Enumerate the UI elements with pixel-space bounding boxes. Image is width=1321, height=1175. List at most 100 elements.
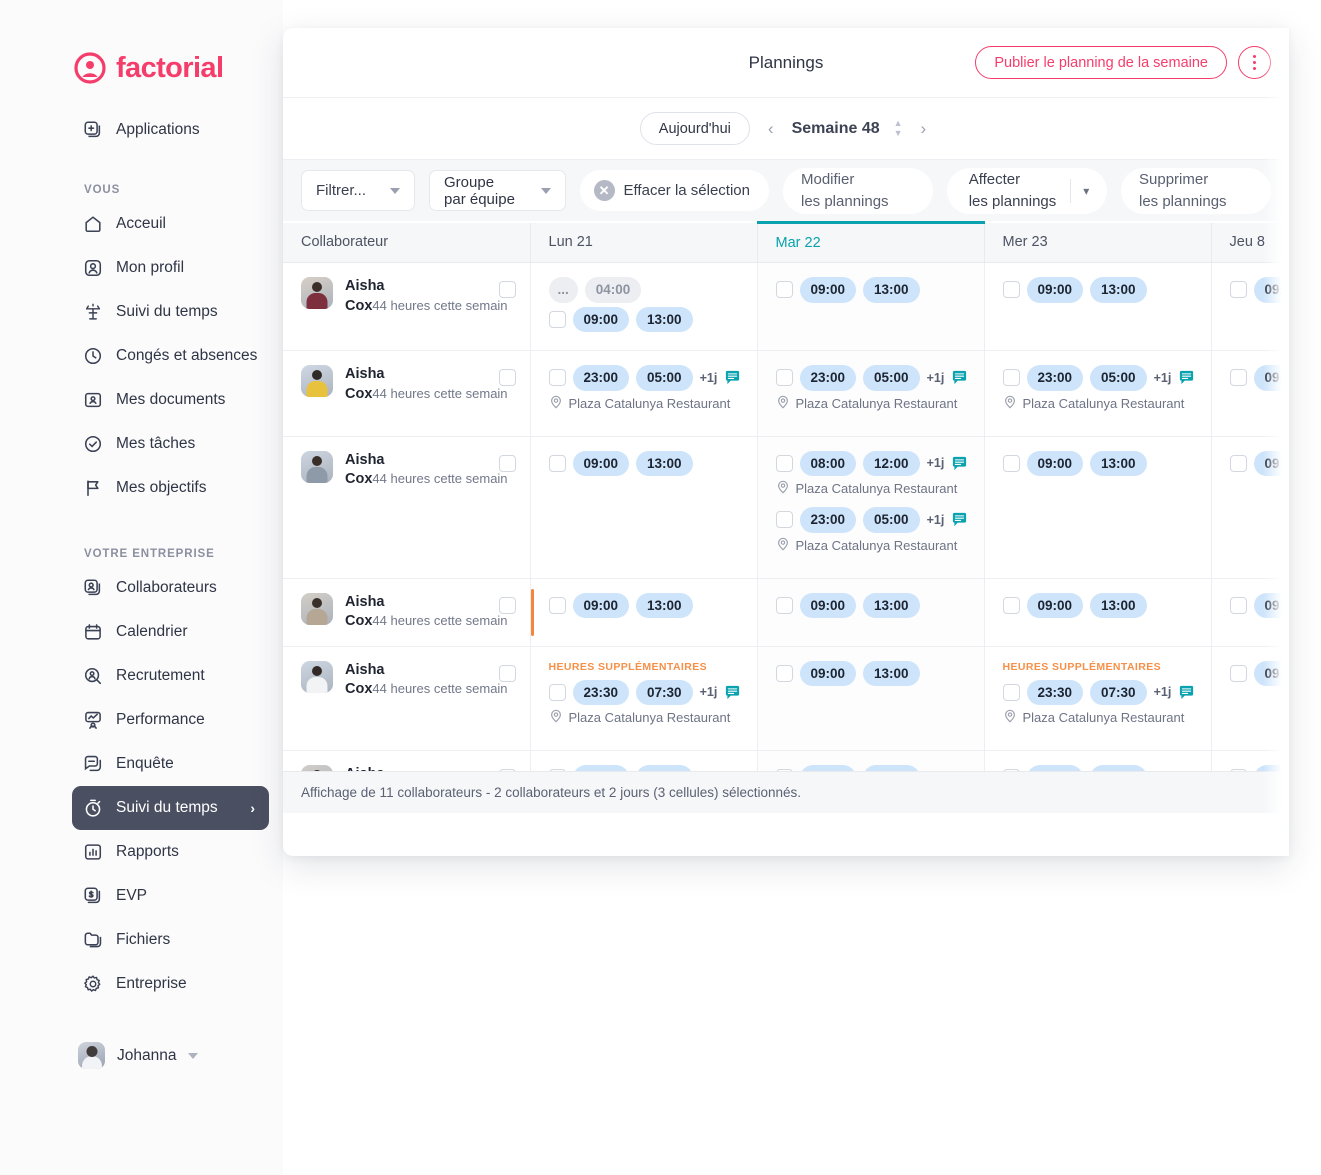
- previous-week-icon[interactable]: ‹: [762, 119, 780, 139]
- column-header-mer-23[interactable]: Mer 23: [984, 222, 1212, 263]
- delete-schedules-button[interactable]: Supprimer les plannings: [1121, 167, 1271, 214]
- shift-entry[interactable]: 09:0013:00: [548, 592, 757, 619]
- sidebar-item-entreprise[interactable]: Entreprise: [72, 962, 269, 1006]
- sidebar-item-recrutement[interactable]: Recrutement: [72, 654, 269, 698]
- shift-checkbox[interactable]: [1229, 454, 1247, 472]
- shift-entry[interactable]: 23:00 05:00 +1j: [548, 365, 757, 391]
- shift-end-time[interactable]: 07:30: [636, 679, 693, 706]
- shift-entry[interactable]: 09:0013:00: [548, 450, 757, 477]
- shift-checkbox[interactable]: [775, 664, 793, 682]
- shift-end-time[interactable]: 13:00: [636, 450, 693, 477]
- shift-entry[interactable]: ... 04:00: [548, 277, 757, 303]
- sidebar-item-rapports[interactable]: Rapports: [72, 830, 269, 874]
- comment-icon[interactable]: [1178, 684, 1195, 701]
- comment-icon[interactable]: [724, 684, 741, 701]
- shift-entry[interactable]: 09:0013:00: [1229, 277, 1289, 303]
- shift-checkbox[interactable]: [1002, 596, 1020, 614]
- employee-row-checkbox[interactable]: [498, 281, 516, 298]
- schedule-cell-jeu[interactable]: 09:0013:00: [1211, 350, 1289, 437]
- shift-checkbox[interactable]: [775, 369, 793, 387]
- shift-end-time[interactable]: 13:00: [863, 592, 920, 619]
- shift-end-time[interactable]: 13:00: [863, 660, 920, 687]
- clear-selection-button[interactable]: ✕ Effacer la sélection: [579, 170, 769, 211]
- shift-start-time[interactable]: 09:00: [572, 450, 630, 477]
- schedule-cell-lun[interactable]: 09:0013:00: [530, 578, 758, 647]
- shift-end-time[interactable]: 13:00: [1090, 592, 1147, 619]
- sidebar-item-enquete[interactable]: Enquête: [72, 742, 269, 786]
- sidebar-item-mon-profil[interactable]: Mon profil: [72, 246, 269, 290]
- shift-end-time[interactable]: 13:00: [863, 277, 920, 303]
- shift-end-time[interactable]: 05:00: [863, 365, 920, 391]
- shift-end-time[interactable]: 12:00: [863, 450, 920, 477]
- shift-checkbox[interactable]: [1229, 664, 1247, 682]
- shift-entry[interactable]: 09:0013:00: [1229, 592, 1289, 619]
- employee-row-checkbox[interactable]: [498, 454, 516, 472]
- schedule-cell-mar[interactable]: 23:00 05:00 +1j Plaza Catalunya Restaurant: [757, 350, 985, 437]
- shift-entry[interactable]: 09:0013:00: [1229, 365, 1289, 391]
- shift-entry[interactable]: 09:0013:00: [775, 660, 984, 687]
- shift-end-time[interactable]: 05:00: [1090, 365, 1147, 391]
- shift-start-time[interactable]: 09:00: [1026, 277, 1084, 303]
- sidebar-item-mes-documents[interactable]: Mes documents: [72, 378, 269, 422]
- shift-start-time[interactable]: 23:00: [572, 365, 630, 391]
- sidebar-item-fichiers[interactable]: Fichiers: [72, 918, 269, 962]
- shift-start-time[interactable]: 09:00: [1026, 450, 1084, 477]
- shift-entry[interactable]: 09:0013:00: [1002, 592, 1211, 619]
- comment-icon[interactable]: [1178, 369, 1195, 386]
- shift-checkbox[interactable]: [548, 310, 566, 328]
- schedule-cell-jeu[interactable]: 09:0013:00: [1211, 646, 1289, 752]
- shift-checkbox[interactable]: [1229, 281, 1247, 299]
- chevron-down-icon[interactable]: ▾: [1083, 185, 1103, 197]
- today-button[interactable]: Aujourd'hui: [639, 112, 750, 145]
- sidebar-item-applications[interactable]: Applications: [72, 108, 269, 152]
- more-options-icon[interactable]: [1238, 46, 1271, 79]
- shift-start-time[interactable]: 23:30: [572, 679, 630, 706]
- group-by-dropdown[interactable]: Groupe par équipe: [429, 170, 566, 211]
- shift-start-time[interactable]: 09:00: [799, 277, 857, 303]
- shift-start-time[interactable]: 09:00: [1253, 277, 1289, 303]
- comment-icon[interactable]: [951, 511, 968, 528]
- shift-checkbox[interactable]: [548, 683, 566, 701]
- shift-start-time[interactable]: 09:00: [572, 306, 630, 333]
- shift-start-time[interactable]: 23:00: [1026, 365, 1084, 391]
- shift-entry[interactable]: 09:0013:00: [1229, 450, 1289, 477]
- shift-end-time[interactable]: 05:00: [636, 365, 693, 391]
- shift-end-time[interactable]: 13:00: [636, 306, 693, 333]
- schedule-cell-jeu[interactable]: 09:0013:00: [1211, 262, 1289, 352]
- shift-checkbox[interactable]: [1229, 596, 1247, 614]
- comment-icon[interactable]: [951, 455, 968, 472]
- week-stepper[interactable]: ▲ ▼: [894, 119, 903, 138]
- schedule-cell-mar[interactable]: 09:0013:00: [757, 646, 985, 752]
- schedule-cell-lun[interactable]: ... 04:00 09:00 13:00: [530, 262, 758, 352]
- sidebar-item-suivi-du-temps-perso[interactable]: Suivi du temps: [72, 290, 269, 334]
- shift-entry[interactable]: 23:00 05:00 +1j: [775, 365, 984, 391]
- shift-start-time[interactable]: 09:00: [799, 660, 857, 687]
- sidebar-item-collaborateurs[interactable]: Collaborateurs: [72, 566, 269, 610]
- schedule-cell-mer[interactable]: 09:0013:00: [984, 578, 1212, 647]
- next-week-icon[interactable]: ›: [915, 119, 933, 139]
- shift-start-time[interactable]: 09:00: [799, 592, 857, 619]
- shift-end-time[interactable]: 07:30: [1090, 679, 1147, 706]
- shift-checkbox[interactable]: [548, 596, 566, 614]
- shift-entry[interactable]: 09:0013:00: [775, 592, 984, 619]
- schedule-cell-lun[interactable]: 09:0013:00: [530, 436, 758, 579]
- shift-start-time[interactable]: 09:00: [1253, 450, 1289, 477]
- shift-checkbox[interactable]: [1002, 369, 1020, 387]
- sidebar-item-evp[interactable]: EVP: [72, 874, 269, 918]
- shift-checkbox[interactable]: [775, 596, 793, 614]
- shift-end-time[interactable]: 13:00: [1090, 450, 1147, 477]
- comment-icon[interactable]: [724, 369, 741, 386]
- shift-start-time[interactable]: 09:00: [1253, 592, 1289, 619]
- shift-entry[interactable]: 23:00 05:00 +1j: [775, 507, 984, 533]
- schedule-cell-mer[interactable]: 23:00 05:00 +1j Plaza Catalunya Restaurant: [984, 350, 1212, 437]
- shift-start-time[interactable]: 23:00: [799, 365, 857, 391]
- shift-entry[interactable]: 09:0013:00: [1229, 660, 1289, 687]
- schedule-cell-mer[interactable]: HEURES SUPPLÉMENTAIRES 23:30 07:30 +1j Plaza…: [984, 646, 1212, 752]
- filter-dropdown[interactable]: Filtrer...: [301, 170, 416, 211]
- schedule-cell-lun[interactable]: HEURES SUPPLÉMENTAIRES 23:30 07:30 +1j Plaza…: [530, 646, 758, 752]
- shift-checkbox[interactable]: [1229, 369, 1247, 387]
- sidebar-item-calendrier[interactable]: Calendrier: [72, 610, 269, 654]
- schedule-cell-lun[interactable]: 23:00 05:00 +1j Plaza Catalunya Restaurant: [530, 350, 758, 437]
- schedule-cell-mer[interactable]: 09:0013:00: [984, 436, 1212, 579]
- shift-start-time[interactable]: 23:30: [1026, 679, 1084, 706]
